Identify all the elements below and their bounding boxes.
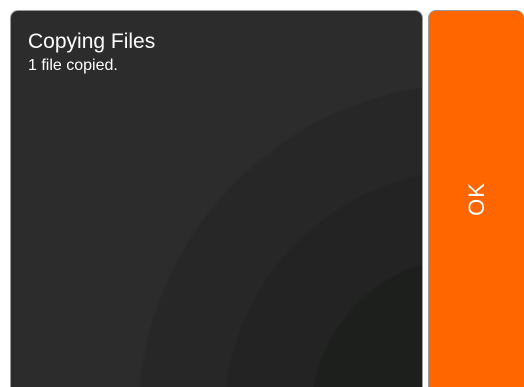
copy-dialog: Copying Files 1 file copied. OK — [0, 0, 524, 387]
message-panel: Copying Files 1 file copied. — [10, 10, 423, 387]
ok-button[interactable]: OK — [428, 10, 524, 387]
ok-button-label: OK — [463, 182, 489, 216]
dialog-message: 1 file copied. — [28, 57, 118, 74]
dialog-title: Copying Files — [28, 30, 156, 53]
